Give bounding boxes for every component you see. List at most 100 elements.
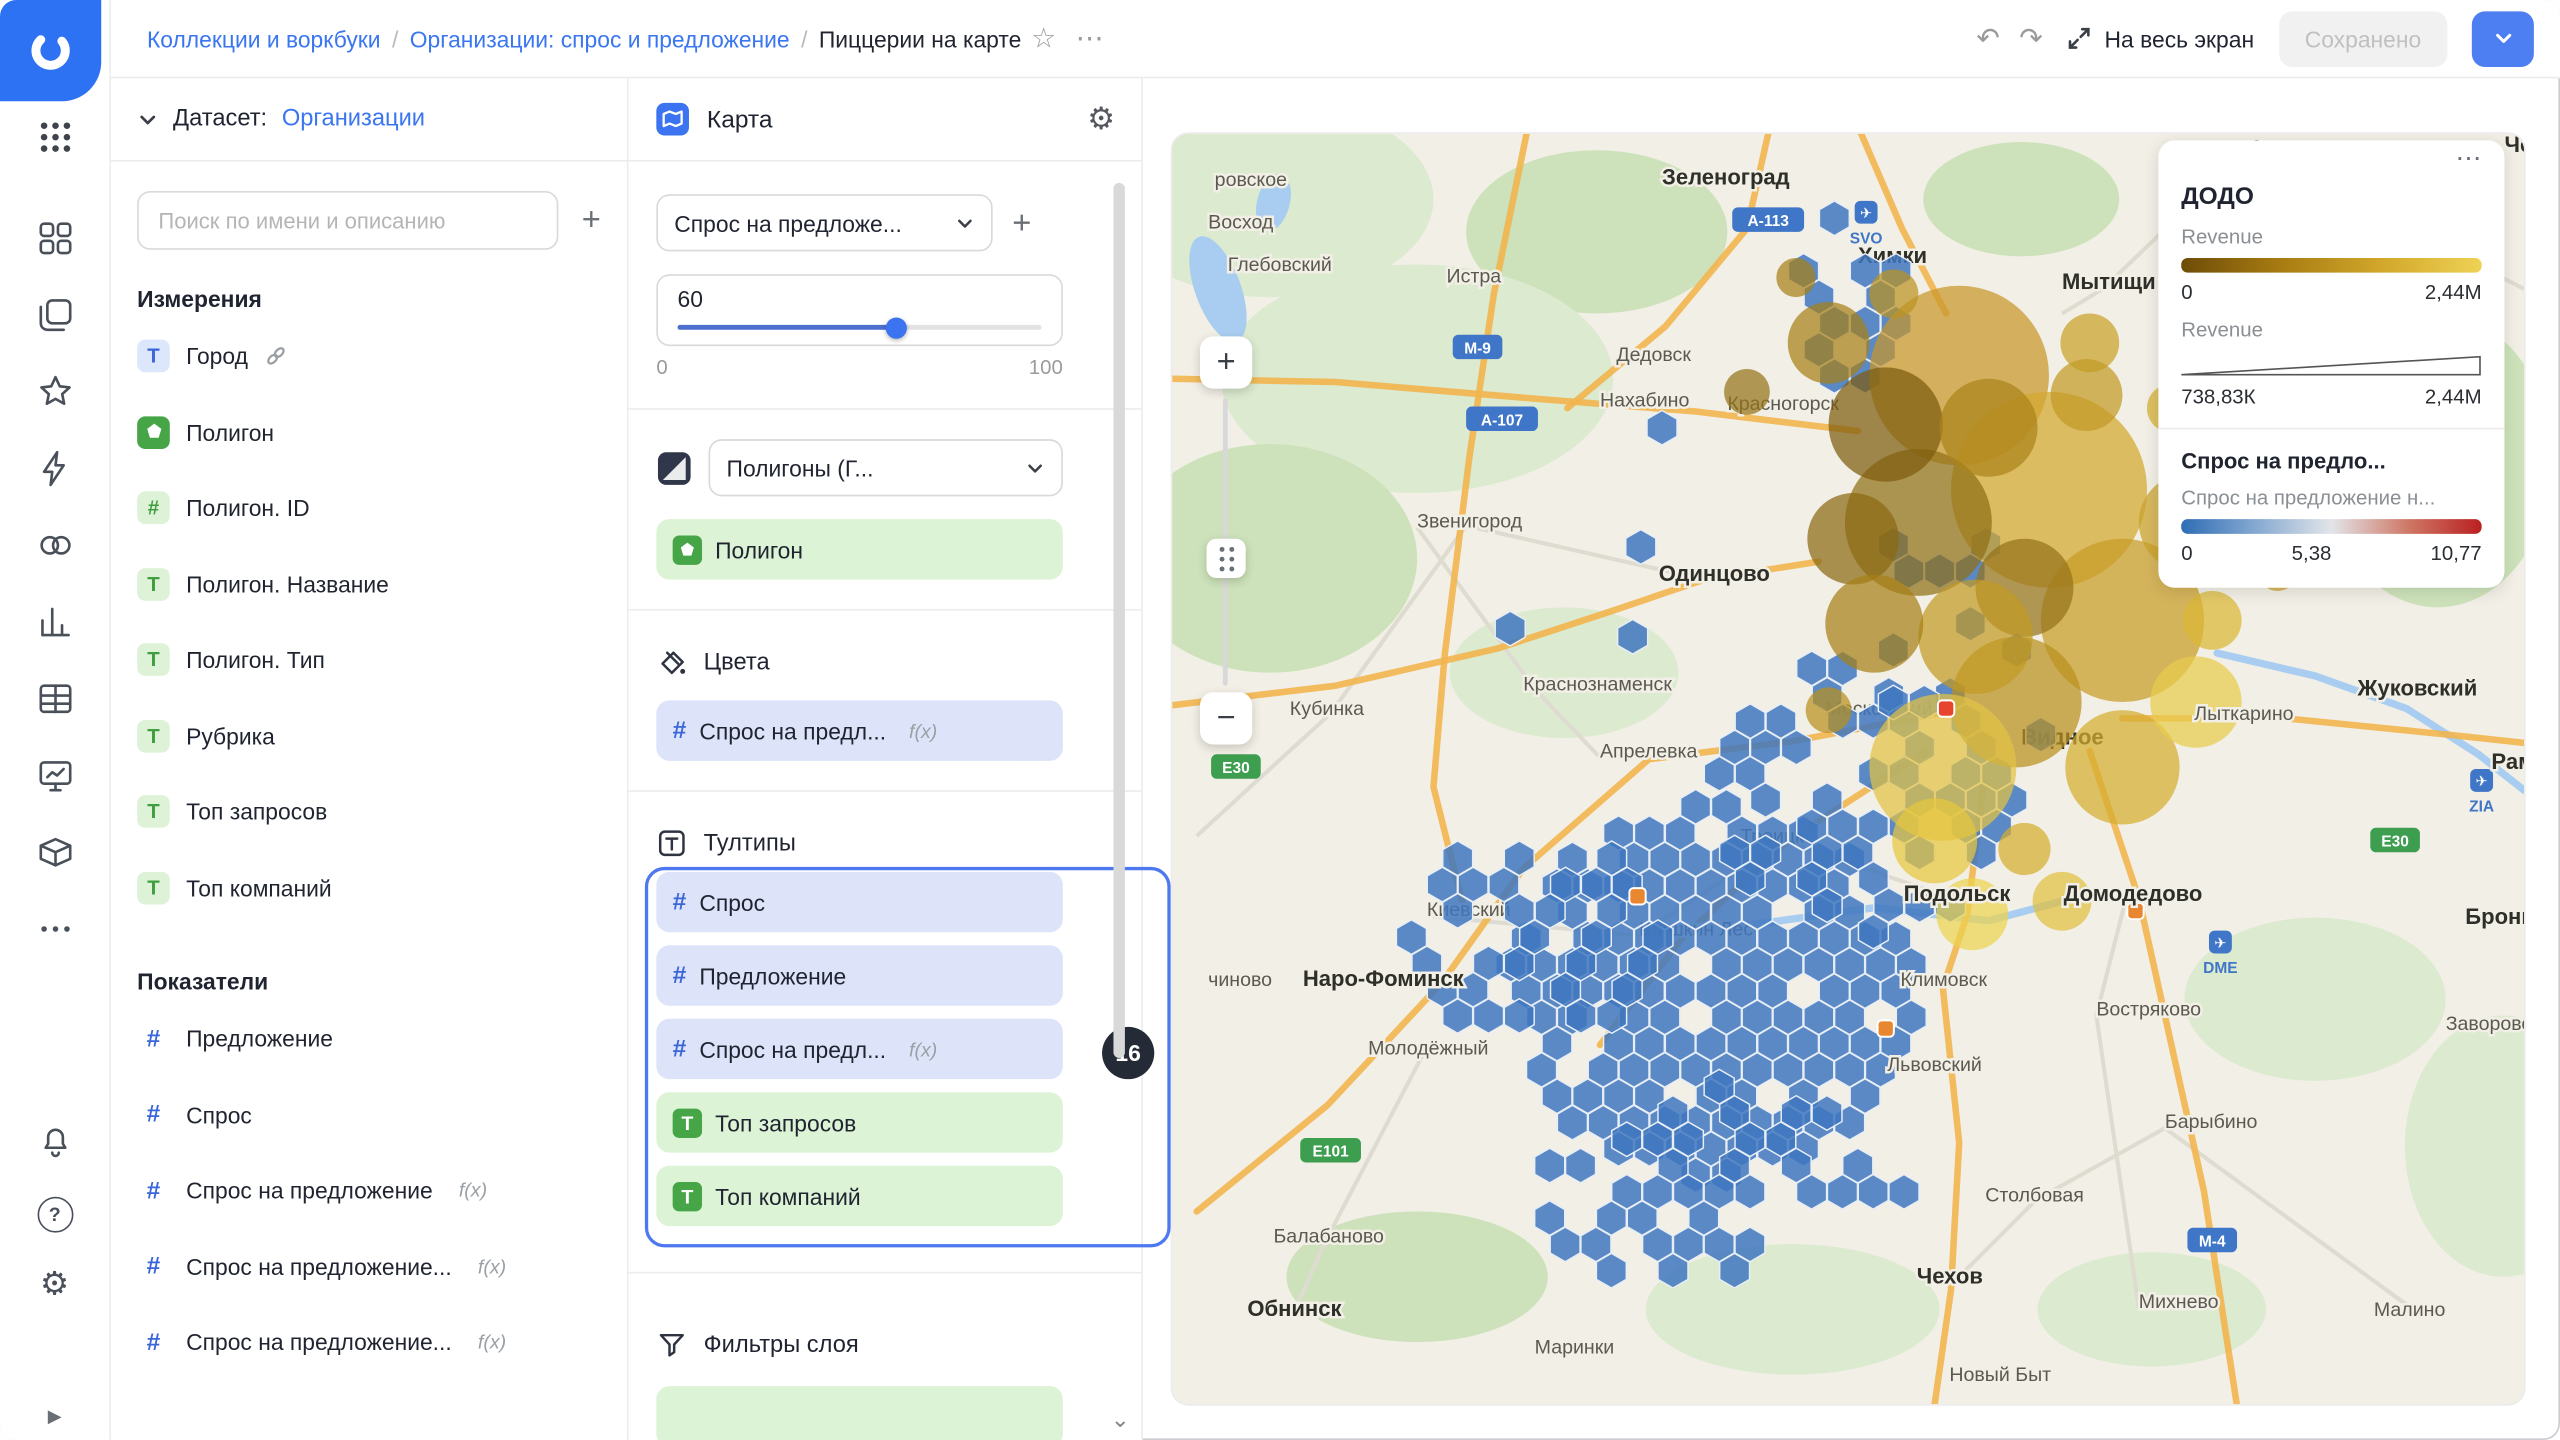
nav-collections-icon[interactable] (35, 296, 74, 335)
tooltip-chip-top-zaprosov[interactable]: T Топ запросов (656, 1092, 1063, 1152)
dimension-poligon-type[interactable]: T Полигон. Тип (111, 622, 627, 698)
nav-datasets-icon[interactable] (35, 679, 74, 718)
notifications-bell-icon[interactable] (35, 1122, 74, 1161)
more-menu-icon[interactable]: ⋯ (1066, 24, 1113, 52)
field-label: Спрос (186, 1102, 252, 1128)
measure-predlozhenie[interactable]: # Предложение (111, 1001, 627, 1077)
layer-opacity-control[interactable]: 60 (656, 274, 1063, 346)
scroll-more-icon[interactable]: ⌄ (1111, 1406, 1130, 1434)
zoom-in-button[interactable]: + (1200, 336, 1252, 388)
nav-storage-icon[interactable] (35, 833, 74, 872)
revenue-color-gradient (2181, 258, 2481, 273)
save-dropdown-button[interactable] (2472, 11, 2534, 67)
map-city-label: Подольск (1904, 881, 2012, 906)
chip-label: Топ запросов (715, 1109, 856, 1135)
dataset-name-link[interactable]: Организации (282, 106, 425, 132)
redo-icon[interactable]: ↷ (2019, 22, 2042, 55)
nav-more-icon[interactable] (35, 909, 74, 948)
formula-badge: f(x) (909, 719, 937, 742)
map-hexbin (1889, 1175, 1919, 1210)
map-city-label: Заворово (2446, 1013, 2524, 1035)
map-poi-marker (1629, 888, 1645, 904)
map-city-label: Одинцово (1659, 561, 1770, 586)
dataset-panel: Датасет: Организации + Измерения T Город… (111, 78, 629, 1440)
dimension-poligon-name[interactable]: T Полигон. Название (111, 546, 627, 622)
help-icon[interactable]: ? (37, 1197, 73, 1233)
map-city-label: Балабаново (1273, 1225, 1384, 1247)
map-road-badge-label: А-107 (1481, 412, 1523, 429)
dimension-top-kompaniy[interactable]: T Топ компаний (111, 850, 627, 926)
legend-scale-mid: 5,38 (2292, 542, 2332, 565)
layer-filter-chip-partial[interactable] (656, 1386, 1063, 1440)
map-bubble (1918, 580, 2032, 694)
settings-gear-icon[interactable]: ⚙ (40, 1269, 69, 1302)
chevron-down-icon (137, 109, 158, 130)
color-field-chip[interactable]: # Спрос на предл... f(x) (656, 700, 1063, 760)
tooltip-chip-spros-na-predl[interactable]: # Спрос на предл... f(x) (656, 1019, 1063, 1079)
geopolygon-field-chip[interactable]: Полигон (656, 519, 1063, 579)
measure-spros[interactable]: # Спрос (111, 1077, 627, 1153)
nav-workbooks-icon[interactable] (35, 219, 74, 258)
map-city-label: Глебовский (1228, 254, 1332, 276)
measure-spros-na-predlozhenie-2[interactable]: # Спрос на предложение... f(x) (111, 1229, 627, 1305)
dimension-gorod[interactable]: T Город (111, 318, 627, 394)
map-city-label: Истра (1447, 265, 1502, 287)
nav-dashboards-icon[interactable] (35, 756, 74, 795)
map-road-badge-label: Е101 (1313, 1144, 1350, 1161)
measure-spros-na-predlozhenie-3[interactable]: # Спрос на предложение... f(x) (111, 1304, 627, 1380)
nav-connections-icon[interactable] (35, 526, 74, 565)
expand-panel-icon[interactable]: ▶ (48, 1406, 62, 1427)
dataset-header[interactable]: Датасет: Организации (111, 78, 627, 161)
tooltip-chip-spros[interactable]: # Спрос (656, 872, 1063, 932)
tooltip-chip-predlozhenie[interactable]: # Предложение (656, 945, 1063, 1005)
apps-grid-icon[interactable] (35, 118, 74, 157)
dimension-poligon-id[interactable]: # Полигон. ID (111, 470, 627, 546)
field-search-input[interactable] (137, 191, 559, 250)
map-city-label: Молодёжный (1368, 1038, 1488, 1060)
map-city-label: Домодедово (2064, 881, 2203, 906)
breadcrumb-workbook[interactable]: Организации: спрос и предложение (410, 25, 790, 51)
legend-layer2-title: Спрос на предло... (2181, 449, 2481, 473)
datalens-logo[interactable] (0, 0, 101, 101)
tooltip-chip-top-kompaniy[interactable]: T Топ компаний (656, 1166, 1063, 1226)
legend-more-icon[interactable]: ⋯ (2181, 150, 2481, 176)
panel-scrollbar[interactable] (1113, 183, 1124, 1058)
string-type-icon: T (137, 720, 170, 753)
map-city-label: Зеленоград (1662, 164, 1790, 189)
tutorial-step-badge: 16 (1102, 1027, 1154, 1079)
dimension-top-zaprosov[interactable]: T Топ запросов (111, 774, 627, 850)
measure-spros-na-predlozhenie[interactable]: # Спрос на предложение f(x) (111, 1153, 627, 1229)
legend-color-label: Revenue (2181, 225, 2481, 248)
opacity-slider-track[interactable] (678, 325, 1042, 330)
geotype-select[interactable]: Полигоны (Г... (709, 439, 1063, 496)
map-city-label: Михнево (2139, 1291, 2219, 1313)
map-bubble (1940, 379, 2038, 477)
breadcrumb-collections[interactable]: Коллекции и воркбуки (147, 25, 381, 51)
dimension-rubrika[interactable]: T Рубрика (111, 698, 627, 774)
tooltips-icon (656, 828, 687, 859)
opacity-handle[interactable] (885, 317, 906, 338)
number-type-icon: # (137, 492, 170, 525)
nav-charts-icon[interactable] (35, 602, 74, 641)
undo-icon[interactable]: ↶ (1976, 22, 1999, 55)
map-city-label: Климовск (1900, 969, 1987, 991)
zoom-slider-handle[interactable] (1207, 539, 1246, 578)
map-bubble (2051, 359, 2123, 431)
add-field-icon[interactable]: + (582, 204, 601, 237)
saved-button[interactable]: Сохранено (2279, 11, 2448, 67)
favorite-star-icon[interactable]: ☆ (1021, 24, 1065, 52)
breadcrumb-separator (392, 25, 398, 51)
dimension-poligon[interactable]: Полигон (111, 394, 627, 470)
number-type-icon: # (137, 1253, 170, 1281)
nav-quick-icon[interactable] (35, 449, 74, 488)
add-layer-icon[interactable]: + (1012, 207, 1031, 240)
layer-select[interactable]: Спрос на предложе... (656, 194, 992, 251)
map-road-badge-label: Е30 (2381, 834, 2409, 851)
map-legend: ⋯ ДОДО Revenue 0 2,44M Revenue 738,83К 2… (2158, 140, 2504, 587)
nav-favorites-icon[interactable] (35, 372, 74, 411)
map-city-label: Рам (2491, 749, 2524, 774)
chart-settings-gear-icon[interactable]: ⚙ (1087, 104, 1115, 135)
airport-code-label: SVO (1850, 230, 1883, 247)
zoom-out-button[interactable]: − (1200, 692, 1252, 744)
fullscreen-button[interactable]: На весь экран (2067, 25, 2254, 51)
